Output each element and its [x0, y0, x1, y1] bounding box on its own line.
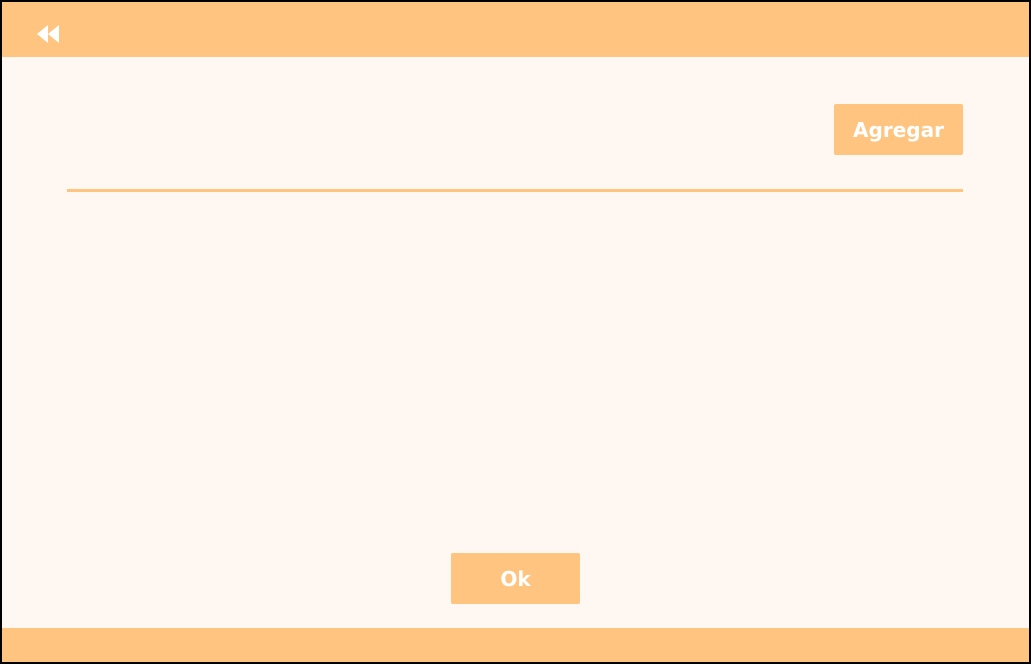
add-button[interactable]: Agregar [834, 104, 963, 155]
rewind-icon [37, 25, 59, 43]
app-frame: Agregar Ok [0, 0, 1031, 664]
back-button[interactable] [33, 19, 73, 49]
ok-button[interactable]: Ok [451, 553, 580, 604]
top-bar [2, 2, 1029, 57]
main-content: Agregar Ok [2, 57, 1029, 628]
bottom-bar [2, 628, 1029, 662]
divider [67, 189, 963, 192]
